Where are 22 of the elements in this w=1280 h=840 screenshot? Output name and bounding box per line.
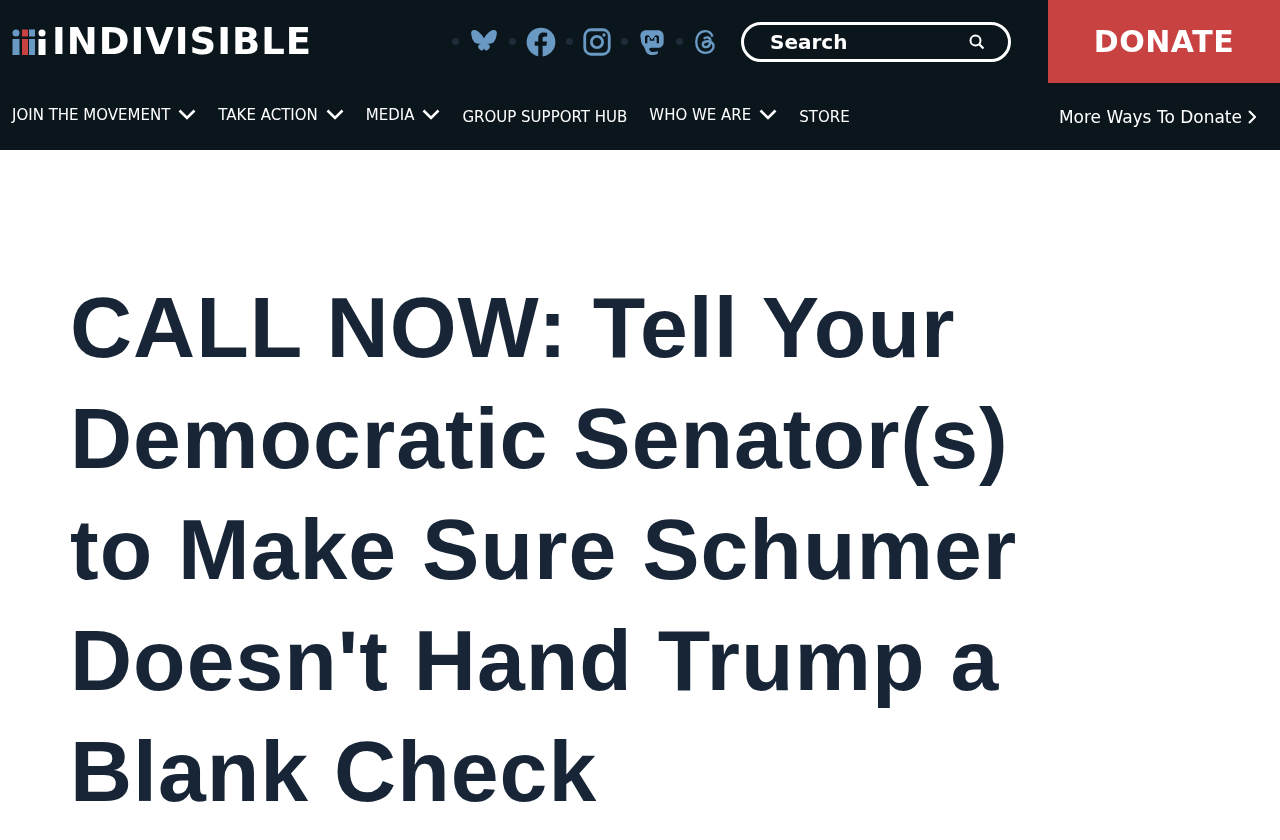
separator-dot (676, 38, 683, 45)
search-icon (969, 33, 985, 50)
logo-icon (12, 27, 46, 56)
nav-link[interactable]: GROUP SUPPORT HUB (462, 107, 628, 126)
more-ways-to-donate-link[interactable]: More Ways To Donate (1058, 106, 1256, 127)
separator-dot (509, 38, 516, 45)
site-logo-text[interactable]: INDIVISIBLE (52, 20, 313, 63)
nav-link[interactable]: TAKE ACTION (218, 105, 344, 124)
search-field[interactable]: Search (741, 21, 1011, 62)
separator-dot (621, 38, 628, 45)
nav-link[interactable]: STORE (799, 107, 850, 126)
chevron-right-icon (1248, 109, 1256, 124)
page-headline: CALL NOW: Tell Your Democratic Senator(s) to Make Sure Schumer Doesn't Hand Trump a Blank Check (70, 278, 1019, 821)
nav-link[interactable]: MEDIA (365, 105, 441, 124)
camera-icon[interactable] (583, 27, 611, 56)
nav-link[interactable]: JOIN THE MOVEMENT (12, 105, 197, 124)
separator-dot (566, 38, 573, 45)
nav-link[interactable]: WHO WE ARE (649, 105, 778, 124)
donate-button[interactable]: DONATE (1048, 0, 1280, 83)
facebook-icon[interactable] (526, 26, 556, 57)
separator-dot (452, 38, 459, 45)
mastodon-icon[interactable] (638, 27, 666, 56)
